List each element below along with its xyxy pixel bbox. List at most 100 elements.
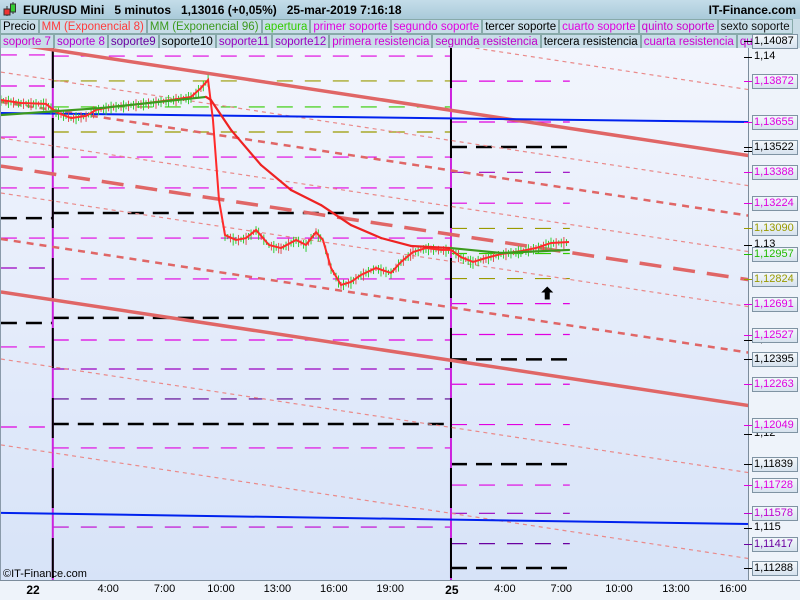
legend-item[interactable]: soporte12 [272,34,330,49]
time-tick-label: 13:00 [263,583,292,595]
ema96-line-segment [349,223,383,240]
ema96-line-segment [409,244,453,250]
trendline-thin-j [1,444,749,560]
price-level-label: 1,13872 [752,74,798,90]
price-level-tick [744,567,752,569]
trendline-medium-g [1,237,749,354]
price-level-label: 1,12395 [752,352,798,368]
legend-item[interactable]: soporte9 [107,34,159,49]
price-level-tick [744,121,752,123]
price-tick-mark [744,339,752,341]
legend-item[interactable]: sexto soporte [717,19,793,34]
price-level-label: 1,13090 [752,221,798,237]
price-level-label: 1,13522 [752,140,798,156]
price-tick-mark [744,528,752,529]
price-tick-mark [744,245,752,247]
time-tick-label: 4:00 [494,583,516,595]
legend-item[interactable]: MM (Exponencial 8) [38,19,147,34]
legend-row-2: soporte 7 soporte 8 soporte9 soporte10 sopor… [0,34,794,49]
price-tick-mark [744,57,752,58]
price-tick-mark [744,433,752,435]
price-level-label: 1,13655 [752,114,798,130]
legend-item[interactable]: soporte11 [215,34,273,49]
price-level-tick [744,359,752,361]
ema96-line-segment [289,188,323,207]
price-level-label: 1,13224 [752,196,798,212]
price-level-label: 1,12049 [752,417,798,433]
price-level-label: 1,14087 [752,33,798,49]
ema96-line-segment [259,163,293,192]
price-level-label: 1,11417 [752,536,798,552]
trendline-channel-bottom [1,290,749,408]
price-level-label: 1,12957 [752,246,798,262]
time-tick-label: 7:00 [550,583,572,595]
trendline-blue-lower [1,511,749,526]
price-level-label: 1,11578 [752,506,798,522]
ema96-line-segment [229,128,263,167]
instrument-title: EUR/USD Mini 5 minutos 1,13016 (+0,05%) … [23,3,402,17]
date-tick-label: 25 [445,583,459,597]
time-tick-label: 4:00 [97,583,119,595]
chart-header: EUR/USD Mini 5 minutos 1,13016 (+0,05%) … [0,0,800,19]
price-level-tick [744,334,752,336]
price-level-tick [744,384,752,386]
price-level-tick [744,303,752,305]
legend-item[interactable]: tercera resistencia [540,34,641,49]
legend-item[interactable]: MM (Exponencial 96) [146,19,262,34]
legend-row-1: Precio MM (Exponencial 8) MM (Exponencial … [0,19,793,34]
legend-item[interactable]: tercer soporte [482,19,560,34]
price-level-tick [744,424,752,426]
price-level-label: 1,12527 [752,327,798,343]
legend-item[interactable]: segundo soporte [390,19,483,34]
legend-item[interactable]: soporte 8 [53,34,108,49]
price-level-label: 1,11728 [752,478,798,494]
legend-item[interactable]: primer soporte [310,19,391,34]
price-level-tick [744,172,752,174]
legend-item[interactable]: segunda resistencia [432,34,541,49]
legend-item[interactable]: soporte 7 [0,34,54,49]
price-tick-label: 1,115 [754,521,781,533]
price-level-tick [744,228,752,230]
price-level-label: 1,12824 [752,271,798,287]
time-tick-label: 19:00 [376,583,404,595]
price-level-tick [744,485,752,487]
trendline-channel-mid [1,164,749,282]
price-level-label: 1,13388 [752,165,798,181]
price-level-label: 1,12263 [752,377,798,393]
time-tick-label: 13:00 [662,583,690,595]
copyright-label: ©IT-Finance.com [3,568,87,580]
time-tick-label: 10:00 [207,583,235,595]
price-level-tick [744,40,752,42]
trendline-thin-b [1,71,749,187]
time-tick-label: 16:00 [719,583,747,595]
legend-item[interactable]: cuarto soporte [559,19,639,34]
time-tick-label: 16:00 [320,583,348,595]
trendline-thin-a [470,48,749,91]
trendline-blue-upper [1,111,749,123]
price-chart[interactable] [1,48,749,580]
brand-label: IT-Finance.com [708,3,796,17]
date-tick-label: 22 [26,583,40,597]
legend-item[interactable]: soporte10 [158,34,216,49]
ema96-line-segment [319,203,353,227]
time-tick-label: 7:00 [153,583,176,595]
price-level-tick [744,464,752,466]
up-arrow-icon [541,286,554,300]
price-level-tick [744,543,752,545]
legend-item[interactable]: primera resistencia [329,34,433,49]
trendline-thin-i [1,358,749,474]
trendline-thin-f [1,192,749,308]
price-level-label: 1,11288 [752,560,798,576]
ema8-line [1,77,570,287]
price-chart-area[interactable] [0,48,749,580]
time-tick-label: 10:00 [605,583,633,595]
legend-item[interactable]: quinto soporte [638,19,718,34]
legend-item[interactable]: Precio [0,19,39,34]
legend-item[interactable]: cuarta resistencia [640,34,737,49]
price-level-tick [744,203,752,205]
legend-item[interactable]: apertura [261,19,311,34]
price-level-tick [744,278,752,280]
price-level-tick [744,513,752,515]
price-tick-mark [744,151,752,153]
price-tick-label: 1,14 [754,50,776,62]
